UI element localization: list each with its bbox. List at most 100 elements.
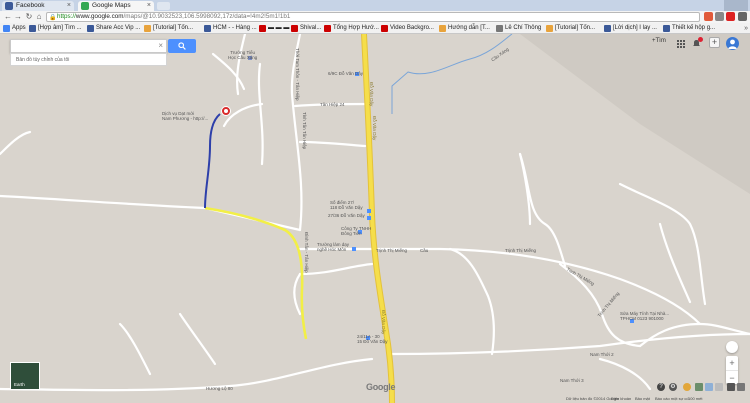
bookmark-page-icon (144, 25, 151, 32)
more-bookmarks-icon[interactable]: » (744, 23, 748, 34)
scale-label: 100 mét (688, 396, 703, 401)
bookmark-item[interactable]: Thiết kế hộp g... (662, 23, 715, 34)
home-icon[interactable]: ⌂ (34, 12, 44, 22)
address-bar[interactable]: 🔒 https://www.google.com/maps/@10.903252… (46, 12, 700, 22)
privacy-link[interactable]: Bảo mật (635, 396, 650, 401)
earth-view-toggle[interactable]: Earth (10, 362, 40, 390)
profile-button[interactable] (724, 0, 748, 11)
search-input[interactable]: × (10, 39, 167, 53)
place-label[interactable]: Trường làm dạy nghề Hóc Môn (317, 242, 349, 252)
map-roads (0, 34, 750, 403)
thumbnail-icon[interactable] (695, 383, 703, 391)
bookmark-item[interactable]: [Lời dịch] I lay ... (603, 23, 657, 34)
tab-label: Google Maps (92, 2, 131, 9)
place-marker-icon[interactable] (367, 209, 371, 213)
reload-icon[interactable]: ↻ (24, 12, 34, 22)
close-tab-icon[interactable]: × (147, 1, 151, 11)
bookmark-item[interactable]: Tổng Hợp Hướ... (323, 23, 379, 34)
facebook-icon (29, 25, 36, 32)
bookmark-item[interactable]: ▬ ▬ ▬ (258, 23, 289, 34)
youtube-icon (291, 25, 298, 32)
place-label[interactable]: 24/11A - 30 15 Đỗ Văn Dậy (357, 334, 388, 344)
bookmark-item[interactable]: Share Acc Vip ... (86, 23, 140, 34)
extension-icon[interactable] (715, 12, 724, 21)
road-label: Hương Lộ 80 (206, 386, 233, 391)
extension-icon[interactable] (704, 12, 713, 21)
place-marker-icon[interactable] (352, 247, 356, 251)
road-branch (257, 62, 264, 166)
road-label: Nam Thới 3 (560, 378, 584, 383)
road-branch (118, 322, 152, 376)
road-branch (558, 262, 642, 348)
layers-icon[interactable] (737, 383, 745, 391)
menu-icon[interactable] (738, 12, 747, 21)
bookmark-page-icon (546, 25, 553, 32)
clear-icon[interactable]: × (158, 41, 163, 50)
settings-gear-icon[interactable]: ⚙ (669, 383, 677, 391)
bookmark-item[interactable]: [Tutorial] Tốn... (545, 23, 595, 34)
bookmark-item[interactable]: Hướng dẫn [T... (438, 23, 490, 34)
url-host: www.google.com (75, 13, 124, 20)
place-label[interactable]: Sửa Máy Tính Tại Nhà... TPHCM 0123 90100… (620, 311, 669, 321)
tab-google-maps[interactable]: Google Maps × (78, 1, 154, 11)
forward-arrow-icon[interactable]: → (13, 12, 23, 22)
share-plus-button[interactable]: + (709, 37, 720, 48)
bookmark-apps[interactable]: Apps (2, 23, 26, 34)
thumbnail-icon[interactable] (705, 383, 713, 391)
help-icon[interactable]: ? (657, 383, 665, 391)
facebook-icon (87, 25, 94, 32)
bookmarks-bar: Apps [Hợp âm] Tìm ... Share Acc Vip ... … (0, 23, 750, 34)
extension-icon[interactable] (726, 12, 735, 21)
bookmark-page-icon (496, 25, 503, 32)
place-label[interactable]: Dịch vụ Dạt mới Nam Phương - http://... (162, 111, 208, 121)
location-pin-icon[interactable] (221, 106, 231, 116)
my-maps-suggestion[interactable]: Bản đồ tùy chỉnh của tôi (10, 53, 167, 66)
road-branch (298, 140, 367, 148)
map-canvas[interactable]: Đỗ Văn Dậy Đỗ Văn Dậy Đỗ Văn Dậy Thới Ta… (0, 34, 750, 403)
road-label: Thới Tam Thôn - Tân Hiệp (295, 48, 300, 101)
bookmark-item[interactable]: [Tutorial] Tốn... (143, 23, 193, 34)
avatar[interactable] (726, 37, 739, 50)
road-huong-lo-80 (0, 357, 374, 392)
back-arrow-icon[interactable]: ← (3, 12, 13, 22)
place-label[interactable]: 6/9C Đỗ Văn Dậy (328, 71, 363, 76)
bookmark-item[interactable]: Lê Chí Thông (495, 23, 541, 34)
apps-grid-icon[interactable] (677, 40, 685, 48)
url-scheme: https:// (57, 13, 76, 20)
facebook-icon (604, 25, 611, 32)
compass-icon[interactable] (726, 341, 738, 353)
new-tab-button[interactable] (157, 2, 170, 10)
bookmark-page-icon (439, 25, 446, 32)
thumbnail-icon[interactable] (715, 383, 723, 391)
bookmark-item[interactable]: Video Backgro... (380, 23, 434, 34)
plus-you-link[interactable]: +Tìm (652, 38, 666, 44)
road-label: Nam Thới 2 (590, 352, 614, 357)
place-label[interactable]: Công Ty TNHH Đông Tiến (341, 226, 371, 236)
report-problem-link[interactable]: Báo cáo một sự cố (655, 396, 689, 401)
close-tab-icon[interactable]: × (67, 1, 71, 11)
road-branch (0, 130, 32, 156)
place-label[interactable]: Số điểm 27/ 118 Đỗ Văn Dậy (330, 200, 363, 210)
tab-facebook[interactable]: Facebook × (2, 1, 74, 11)
road-branch (178, 312, 217, 366)
notification-badge (698, 37, 703, 42)
zoom-in-button[interactable]: + (726, 356, 738, 370)
bookmark-item[interactable]: Shival... (290, 23, 321, 34)
place-label[interactable]: Trường Tiểu Học Cầu Xáng (228, 50, 257, 60)
zoom-out-button[interactable]: − (726, 370, 738, 384)
google-maps-favicon-icon (81, 2, 89, 10)
pegman-icon[interactable] (683, 383, 691, 391)
bell-icon[interactable] (692, 37, 703, 48)
search-button[interactable] (168, 39, 196, 53)
road-branch (293, 272, 302, 316)
bookmark-item[interactable]: [Hợp âm] Tìm ... (28, 23, 82, 34)
terms-link[interactable]: Điều khoản (611, 396, 631, 401)
youtube-icon (259, 25, 266, 32)
place-marker-icon[interactable] (367, 216, 371, 220)
road-branch (298, 262, 374, 276)
search-icon (178, 42, 186, 50)
fullscreen-icon[interactable] (727, 383, 735, 391)
bookmark-item[interactable]: HCM - - Hàng ... (203, 23, 257, 34)
road-nam-thoi (388, 332, 750, 356)
place-label[interactable]: 27/36 Đỗ Văn Dậy (328, 213, 365, 218)
